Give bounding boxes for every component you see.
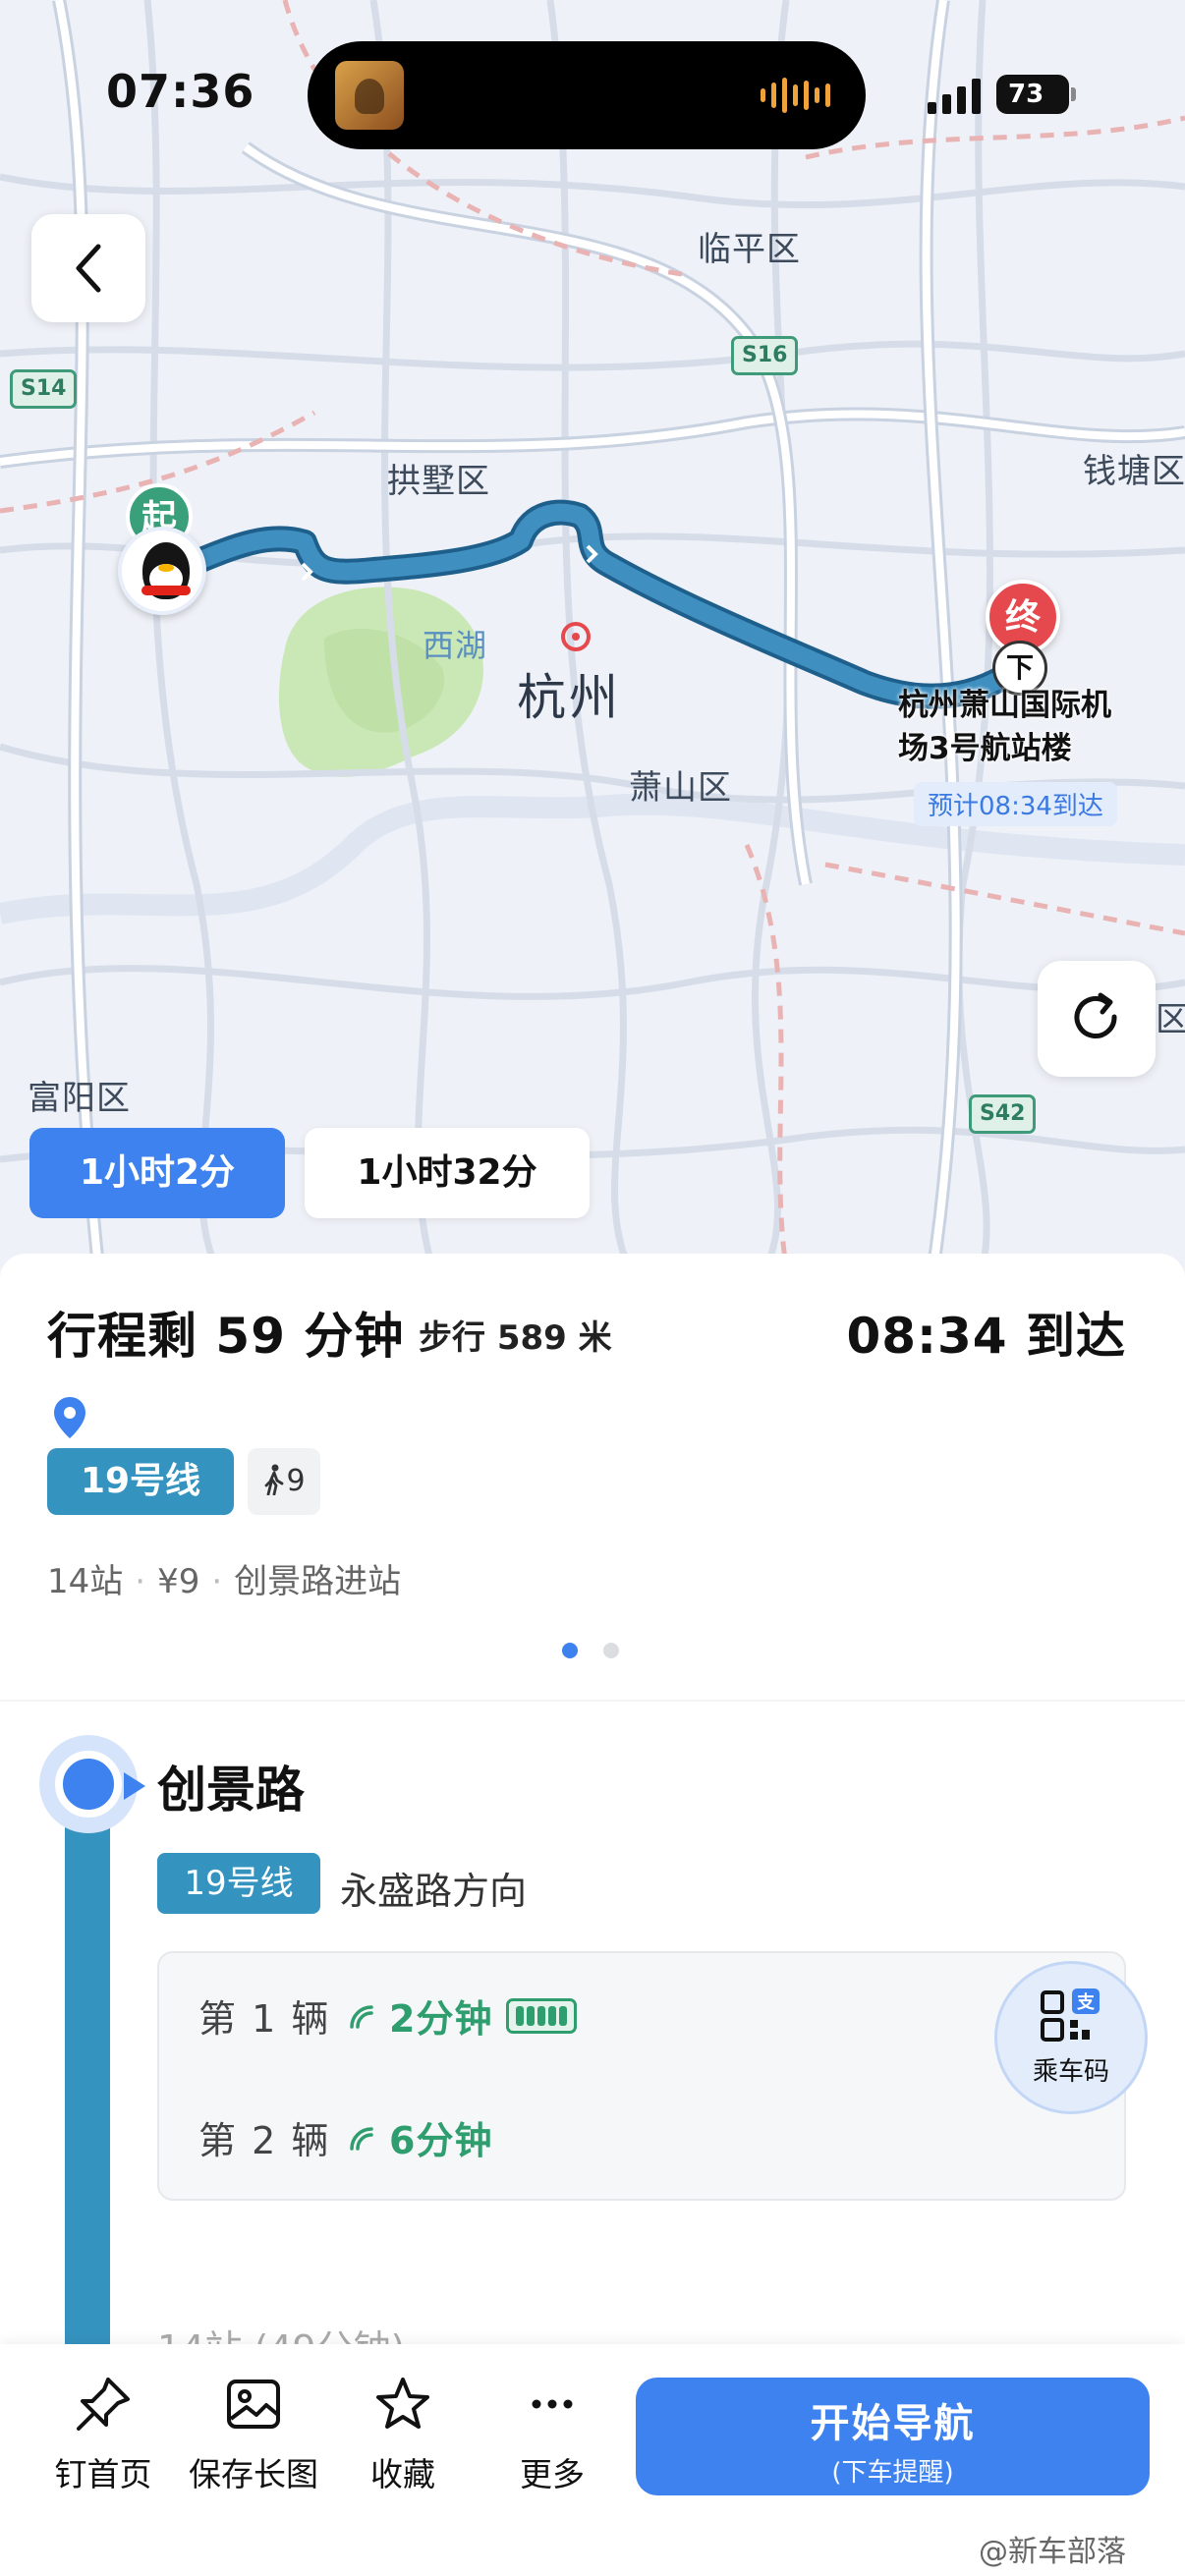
arrival-label: 第 2 辆 (198, 2119, 331, 2162)
map-label-city: 杭州 (517, 669, 621, 726)
dynamic-island[interactable] (308, 41, 866, 149)
ride-qr-code-button[interactable]: 支 乘车码 (994, 1961, 1148, 2114)
start-navigation-label: 开始导航 (810, 2401, 976, 2446)
favorite-label: 收藏 (370, 2455, 435, 2493)
more-dots-icon (532, 2399, 573, 2409)
image-icon (227, 2380, 280, 2429)
pin-icon (77, 2378, 130, 2431)
metro-line-rail (65, 1790, 110, 2350)
refresh-icon (1074, 992, 1117, 1038)
crowd-level-icon (506, 1997, 578, 2034)
station-marker (55, 1751, 122, 1818)
arrival-eta: 2分钟 (389, 1997, 493, 2041)
pin-to-home-label: 钉首页 (54, 2455, 152, 2493)
eta-chip: 预计08:34到达 (914, 782, 1117, 826)
station-arrow-icon (124, 1772, 145, 1800)
arrival-row-1: 第 1 辆 2分钟 (198, 1988, 578, 2043)
meta-fare: ¥9 (157, 1562, 200, 1601)
location-pin-icon (54, 1397, 85, 1438)
battery-indicator: 73 (996, 75, 1076, 114)
train-direction: 永盛路方向 (340, 1870, 528, 1913)
cellular-signal-icon (928, 79, 981, 114)
boarding-station: 创景路 (157, 1762, 305, 1819)
audio-wave-icon (761, 77, 830, 114)
now-playing-artwork (335, 61, 404, 130)
route-option-fastest[interactable]: 1小时2分 (29, 1128, 285, 1218)
arrival-times-box: 第 1 辆 2分钟 第 2 辆 6分钟 (157, 1951, 1126, 2201)
arrival-time: 08:34 到达 (846, 1308, 1126, 1365)
map-label-qiantang: 钱塘区 (1083, 452, 1185, 491)
destination-label-line1: 杭州萧山国际机 (898, 688, 1111, 723)
alight-reminder-label: (下车提醒) (831, 2458, 954, 2488)
map-label-xiaoshan: 萧山区 (629, 768, 732, 808)
map-label-gongshu: 拱墅区 (387, 462, 490, 501)
save-long-image-label: 保存长图 (189, 2455, 318, 2493)
map-label-linping: 临平区 (698, 230, 801, 269)
page-indicator[interactable] (562, 1643, 619, 1658)
walk-icon (265, 1464, 284, 1496)
realtime-signal-icon (350, 2126, 373, 2151)
walk-distance: 步行 589 米 (419, 1318, 612, 1358)
map-label-fuyang: 富阳区 (28, 1079, 131, 1118)
star-icon (376, 2378, 429, 2429)
arrival-eta: 6分钟 (389, 2119, 493, 2162)
map-label-xihu: 西湖 (423, 627, 488, 664)
more-button[interactable]: 更多 (479, 2374, 626, 2495)
detail-line-badge: 19号线 (157, 1853, 320, 1914)
qr-code-icon: 支 (1041, 1988, 1100, 2042)
svg-text:支: 支 (1076, 1991, 1096, 2013)
trip-remaining: 行程剩 59 分钟 (47, 1308, 405, 1365)
page-dot (603, 1643, 619, 1658)
walk-count: 9 (286, 1464, 306, 1498)
meta-stops: 14站 (47, 1562, 124, 1601)
metro-line-badge: 19号线 (47, 1448, 234, 1515)
start-navigation-button[interactable]: 开始导航 (下车提醒) (636, 2378, 1150, 2495)
map-view[interactable]: 临平区 拱墅区 钱塘区 西湖 杭州 萧山区 富阳区 区 S14 S16 S42 … (0, 0, 1185, 1267)
realtime-signal-icon (350, 2004, 373, 2029)
ride-qr-label: 乘车码 (1032, 2056, 1109, 2087)
more-label: 更多 (520, 2455, 585, 2493)
refresh-button[interactable] (1038, 961, 1156, 1077)
destination-label: 杭州萧山国际机 场3号航站楼 (898, 684, 1111, 770)
map-label-edge: 区 (1156, 1000, 1185, 1039)
destination-label-line2: 场3号航站楼 (898, 731, 1072, 766)
back-button[interactable] (31, 214, 145, 322)
route-meta: 14站 · ¥9 · 创景路进站 (47, 1562, 402, 1601)
arrival-label: 第 1 辆 (198, 1997, 331, 2041)
walk-segment-badge: 9 (248, 1448, 320, 1515)
route-option-alternative[interactable]: 1小时32分 (305, 1128, 590, 1218)
user-location-avatar[interactable] (118, 527, 206, 615)
meta-entrance: 创景路进站 (234, 1562, 402, 1601)
chevron-left-icon (76, 244, 101, 293)
highway-shield-s14: S14 (10, 369, 78, 409)
favorite-button[interactable]: 收藏 (329, 2374, 477, 2495)
pin-to-home-button[interactable]: 钉首页 (29, 2374, 177, 2495)
highway-shield-s42: S42 (969, 1094, 1037, 1134)
page-dot-active (562, 1643, 578, 1658)
highway-shield-s16: S16 (731, 336, 799, 375)
watermark: @新车部落 (979, 2535, 1126, 2569)
status-time: 07:36 (106, 65, 255, 118)
arrival-row-2: 第 2 辆 6分钟 (198, 2110, 492, 2164)
save-long-image-button[interactable]: 保存长图 (180, 2374, 327, 2495)
route-summary-card[interactable]: 行程剩 59 分钟 步行 589 米 08:34 到达 19号线 9 14站 · ¥… (0, 1254, 1185, 1700)
